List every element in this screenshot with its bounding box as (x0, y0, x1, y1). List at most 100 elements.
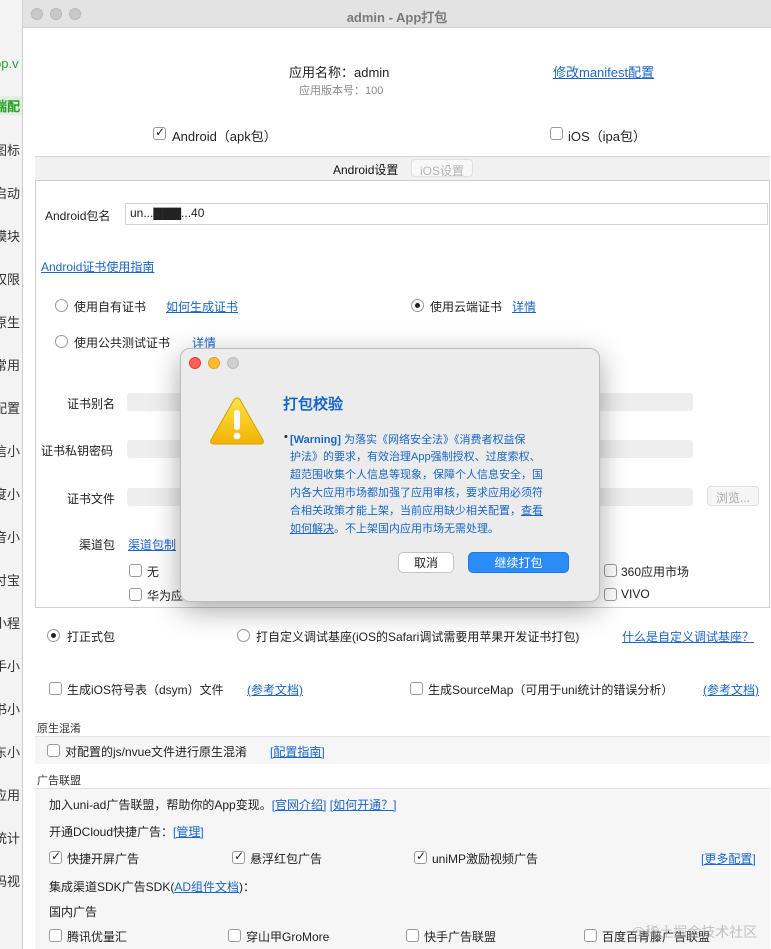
dialog-line-5: 合相关政策才能上架，当前应用缺少相关配置，查看 (290, 502, 543, 518)
warning-icon (210, 397, 264, 445)
custom-base-link[interactable]: 什么是自定义调试基座？ (622, 628, 754, 645)
sourcemap-checkbox[interactable] (410, 682, 423, 695)
more-config-link[interactable]: [更多配置] (701, 850, 756, 867)
ios-symbols-doc-link[interactable]: (参考文档) (247, 681, 303, 698)
channel-huawei-checkbox[interactable] (129, 588, 142, 601)
ads-intro-link[interactable]: [官网介绍] (272, 798, 327, 812)
dialog-tail-text: 。不上架国内应用市场无需处理。 (334, 523, 499, 535)
background-fragment: 度小 (0, 487, 21, 502)
formal-build-radio[interactable] (47, 629, 60, 642)
sourcemap-doc-link[interactable]: (参考文档) (703, 681, 759, 698)
splash-ad-checkbox[interactable] (49, 849, 62, 864)
android-label: Android（apk包） (172, 129, 277, 144)
channel-vivo-label: VIVO (621, 587, 650, 601)
background-editor-strip: pp.v 端配图标启动模块权限原生常用配置信小度小音小付宝小程手小书小东小应用统计… (0, 0, 22, 949)
ios-symbols-label: 生成iOS符号表（dsym）文件 (67, 683, 224, 697)
app-version: 应用版本号：100 (299, 85, 384, 97)
cert-alias-label: 证书别名 (67, 397, 116, 411)
dialog-line-5-text: 合相关政策才能上架，当前应用缺少相关配置， (290, 505, 521, 517)
dcloud-ads-row: 开通DCloud快捷广告：[管理] (49, 823, 204, 840)
dialog-line-6: 如何解决。不上架国内应用市场无需处理。 (290, 520, 499, 536)
background-fragment: 模块 (0, 229, 21, 244)
channel-360-label: 360应用市场 (621, 565, 690, 579)
gromore-ad-label: 穿山甲GroMore (246, 930, 330, 944)
ads-header: 广告联盟 (37, 775, 81, 787)
tab-ios[interactable]: iOS设置 (411, 159, 474, 178)
dcloud-ads-label: 开通DCloud快捷广告： (49, 825, 174, 839)
watermark: @稀土掘金技术社区 (631, 924, 758, 940)
baidu-ad-checkbox[interactable] (584, 929, 597, 942)
channel-huawei-label: 华为应 (147, 589, 184, 603)
channel-360-checkbox[interactable] (604, 564, 617, 577)
channel-link[interactable]: 渠道包制 (128, 536, 176, 553)
view-link[interactable]: 查看 (521, 505, 543, 517)
browse-button[interactable]: 浏览... (707, 486, 760, 506)
android-checkbox[interactable] (153, 125, 166, 140)
cert-key-label: 证书私钥密码 (41, 444, 114, 458)
background-fragment: 统计 (0, 831, 21, 846)
ios-symbols-checkbox[interactable] (49, 682, 62, 695)
ad-component-doc-link[interactable]: AD组件文档 (174, 880, 239, 894)
sourcemap-label: 生成SourceMap（可用于uni统计的错误分析） (428, 683, 674, 697)
obfuscation-checkbox[interactable] (47, 744, 60, 757)
tencent-ad-label: 腾讯优量汇 (67, 930, 128, 944)
bullet-dot: • (284, 431, 288, 443)
cloud-cert-label: 使用云端证书 (430, 300, 503, 314)
dialog-line-3: 超范围收集个人信息等现象，保障个人信息安全，国 (290, 469, 543, 481)
how-to-cert-link[interactable]: 如何生成证书 (166, 298, 238, 315)
background-fragment: 手小 (0, 659, 21, 674)
cert-file-label: 证书文件 (67, 492, 116, 506)
background-fragment: 小程 (0, 616, 21, 631)
settings-tabs: Android设置 iOS设置 (35, 156, 770, 180)
edit-manifest-link[interactable]: 修改manifest配置 (553, 62, 654, 81)
channel-none-label: 无 (147, 565, 160, 579)
dialog-minimize-button[interactable] (208, 357, 220, 369)
cloud-cert-radio[interactable] (411, 299, 424, 312)
dialog-line-1-text: 为落实《网络安全法》《消费者权益保 (343, 434, 526, 446)
dialog-zoom-button[interactable] (227, 357, 239, 369)
redpacket-ad-checkbox[interactable] (232, 849, 245, 864)
background-fragment: 原生 (0, 315, 21, 330)
cancel-button[interactable]: 取消 (398, 552, 454, 573)
continue-pack-button[interactable]: 继续打包 (468, 552, 569, 573)
sdk-ads-label-post: )： (239, 880, 256, 894)
splash-ad-label: 快捷开屏广告 (67, 852, 140, 866)
unimp-ad-label: uniMP激励视频广告 (432, 852, 539, 866)
title-bar: admin - App打包 (23, 0, 771, 28)
gromore-ad-checkbox[interactable] (228, 929, 241, 942)
background-fragment: 权限 (0, 272, 21, 287)
background-fragment: 图标 (0, 143, 21, 158)
obfuscation-guide-link[interactable]: [配置指南] (270, 743, 325, 760)
ios-label: iOS（ipa包） (568, 129, 647, 144)
custom-base-label: 打自定义调试基座(iOS的Safari调试需要用苹果开发证书打包) (256, 630, 580, 644)
tab-android[interactable]: Android设置 (325, 159, 406, 177)
unimp-ad-checkbox[interactable] (414, 849, 427, 864)
ads-intro: 加入uni-ad广告联盟，帮助你的App变现。[官网介绍] [如何开通？] (49, 796, 396, 813)
custom-base-radio[interactable] (237, 629, 250, 642)
public-cert-radio[interactable] (55, 335, 68, 348)
background-fragment: 端配 (0, 96, 22, 115)
background-fragment: 书小 (0, 702, 21, 717)
ios-checkbox[interactable] (550, 127, 563, 140)
tencent-ad-checkbox[interactable] (49, 929, 62, 942)
background-fragment: 启动 (0, 186, 21, 201)
package-input[interactable]: un...▇▇▇...40 (125, 203, 768, 225)
dialog-title: 打包校验 (283, 396, 344, 413)
how-to-solve-link[interactable]: 如何解决 (290, 523, 334, 535)
cloud-detail-link[interactable]: 详情 (512, 298, 536, 315)
sdk-ads-label-pre: 集成渠道SDK广告SDK( (49, 880, 175, 894)
ads-intro-text: 加入uni-ad广告联盟，帮助你的App变现。 (49, 798, 272, 812)
channel-none-checkbox[interactable] (129, 564, 142, 577)
channel-vivo-checkbox[interactable] (604, 588, 617, 601)
sdk-ads-row: 集成渠道SDK广告SDK(AD组件文档)： (49, 878, 255, 895)
cert-guide-link[interactable]: Android证书使用指南 (41, 258, 154, 275)
dialog-close-button[interactable] (189, 357, 201, 369)
channel-label: 渠道包 (79, 538, 116, 552)
own-cert-radio[interactable] (55, 299, 68, 312)
app-name: 应用名称：admin (289, 65, 390, 80)
background-fragment: 常用 (0, 358, 21, 373)
ads-how-link[interactable]: [如何开通？] (330, 798, 397, 812)
obfuscation-label: 对配置的js/nvue文件进行原生混淆 (65, 745, 248, 759)
dcloud-manage-link[interactable]: [管理] (173, 825, 204, 839)
kuaishou-ad-checkbox[interactable] (406, 929, 419, 942)
